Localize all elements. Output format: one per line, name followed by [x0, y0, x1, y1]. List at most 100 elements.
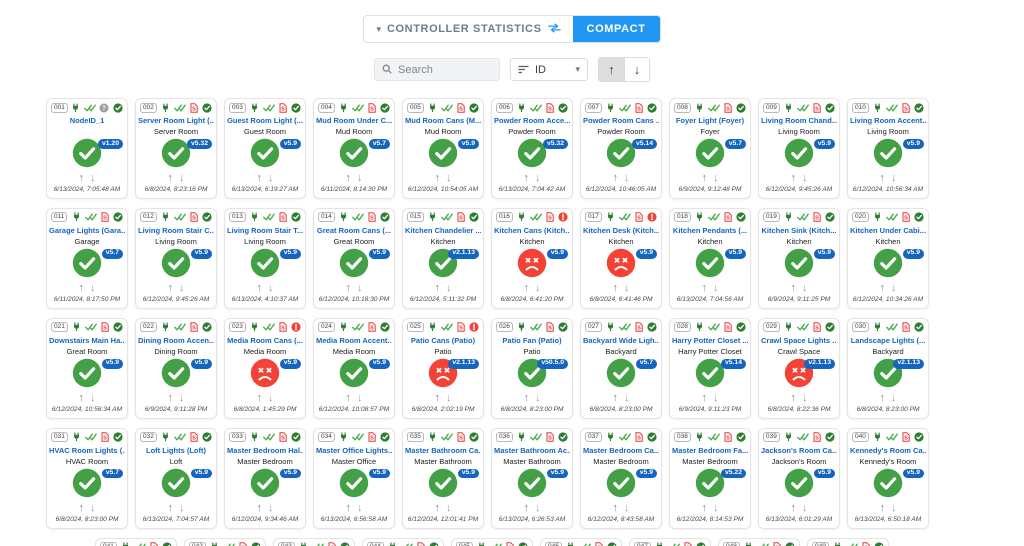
arrow-down-icon[interactable]: ↓	[710, 392, 722, 404]
device-name-link[interactable]: Media Room Accent...	[316, 336, 392, 345]
device-name-link[interactable]: Patio Fan (Patio)	[494, 336, 570, 345]
device-card[interactable]: 036 S Master Bathroom Ac... Master Bathr…	[491, 427, 573, 529]
device-name-link[interactable]: Kitchen Pendants (...	[672, 226, 748, 235]
device-card[interactable]: 029 S Crawl Space Lights ... Crawl Space…	[758, 317, 840, 419]
arrow-down-icon[interactable]: ↓	[443, 282, 455, 294]
arrow-up-icon[interactable]: ↑	[521, 282, 533, 294]
arrow-down-icon[interactable]: ↓	[888, 172, 900, 184]
device-name-link[interactable]: Kitchen Cans (Kitch...	[494, 226, 570, 235]
arrow-down-icon[interactable]: ↓	[710, 172, 722, 184]
arrow-down-icon[interactable]: ↓	[176, 392, 188, 404]
arrow-down-icon[interactable]: ↓	[354, 172, 366, 184]
arrow-down-icon[interactable]: ↓	[799, 282, 811, 294]
arrow-up-icon[interactable]: ↑	[432, 392, 444, 404]
device-card[interactable]: 012 S Living Room Stair C... Living Room…	[135, 207, 217, 309]
sort-ascending-button[interactable]: ↑	[599, 58, 624, 81]
arrow-up-icon[interactable]: ↑	[877, 282, 889, 294]
device-name-link[interactable]: Powder Room Acce...	[494, 116, 570, 125]
device-card[interactable]: 019 S Kitchen Sink (Kitch... Kitchen v5.…	[758, 207, 840, 309]
device-name-link[interactable]: Kitchen Desk (Kitch...	[583, 226, 659, 235]
device-name-link[interactable]: Mud Room Cans (M...	[405, 116, 481, 125]
arrow-down-icon[interactable]: ↓	[176, 282, 188, 294]
arrow-up-icon[interactable]: ↑	[165, 392, 177, 404]
device-name-link[interactable]: Living Room Stair C...	[138, 226, 214, 235]
arrow-up-icon[interactable]: ↑	[521, 392, 533, 404]
arrow-up-icon[interactable]: ↑	[165, 502, 177, 514]
arrow-up-icon[interactable]: ↑	[432, 282, 444, 294]
arrow-up-icon[interactable]: ↑	[610, 172, 622, 184]
arrow-up-icon[interactable]: ↑	[699, 392, 711, 404]
device-card[interactable]: 022 S Dining Room Accen... Dining Room v…	[135, 317, 217, 419]
arrow-up-icon[interactable]: ↑	[788, 172, 800, 184]
device-name-link[interactable]: Harry Potter Closet ...	[672, 336, 748, 345]
device-card[interactable]: 020 S Kitchen Under Cabi... Kitchen v5.9…	[847, 207, 929, 309]
arrow-up-icon[interactable]: ↑	[343, 282, 355, 294]
device-card[interactable]: 006 S Powder Room Acce... Powder Room v5…	[491, 98, 573, 199]
arrow-down-icon[interactable]: ↓	[888, 502, 900, 514]
device-name-link[interactable]: Foyer Light (Foyer)	[672, 116, 748, 125]
arrow-down-icon[interactable]: ↓	[354, 502, 366, 514]
device-card[interactable]: 005 S Mud Room Cans (M... Mud Room v5.9 …	[402, 98, 484, 199]
device-name-link[interactable]: Master Bedroom Hal...	[227, 446, 303, 455]
arrow-down-icon[interactable]: ↓	[265, 282, 277, 294]
arrow-up-icon[interactable]: ↑	[699, 502, 711, 514]
arrow-down-icon[interactable]: ↓	[888, 282, 900, 294]
device-card[interactable]: 048 S	[718, 537, 800, 546]
arrow-down-icon[interactable]: ↓	[443, 502, 455, 514]
device-name-link[interactable]: Living Room Chand...	[761, 116, 837, 125]
arrow-up-icon[interactable]: ↑	[699, 172, 711, 184]
arrow-up-icon[interactable]: ↑	[877, 172, 889, 184]
device-card[interactable]: 047 S	[629, 537, 711, 546]
device-card[interactable]: 017 S Kitchen Desk (Kitch... Kitchen v5.…	[580, 207, 662, 309]
device-card[interactable]: 003 S Guest Room Light (... Guest Room v…	[224, 98, 306, 199]
arrow-up-icon[interactable]: ↑	[76, 282, 88, 294]
device-card[interactable]: 035 S Master Bathroom Ca... Master Bathr…	[402, 427, 484, 529]
device-name-link[interactable]: Landscape Lights (...	[850, 336, 926, 345]
device-name-link[interactable]: Living Room Stair T...	[227, 226, 303, 235]
device-card[interactable]: 015 S Kitchen Chandelier ... Kitchen v2.…	[402, 207, 484, 309]
device-card[interactable]: 046 S	[540, 537, 622, 546]
device-name-link[interactable]: Master Bedroom Fa...	[672, 446, 748, 455]
device-name-link[interactable]: Backyard Wide Ligh...	[583, 336, 659, 345]
device-card[interactable]: 009 S Living Room Chand... Living Room v…	[758, 98, 840, 199]
device-card[interactable]: 016 S Kitchen Cans (Kitch... Kitchen v5.…	[491, 207, 573, 309]
arrow-up-icon[interactable]: ↑	[610, 392, 622, 404]
arrow-down-icon[interactable]: ↓	[265, 172, 277, 184]
sort-dropdown[interactable]: ID ▾	[510, 58, 588, 81]
device-card[interactable]: 043 S	[273, 537, 355, 546]
device-card[interactable]: 041 S	[95, 537, 177, 546]
arrow-up-icon[interactable]: ↑	[788, 502, 800, 514]
view-dropdown[interactable]: ▾ CONTROLLER STATISTICS	[364, 16, 572, 42]
arrow-up-icon[interactable]: ↑	[432, 172, 444, 184]
arrow-down-icon[interactable]: ↓	[443, 172, 455, 184]
arrow-up-icon[interactable]: ↑	[877, 392, 889, 404]
sort-descending-button[interactable]: ↓	[624, 58, 649, 81]
device-card[interactable]: 007 S Powder Room Cans ... Powder Room v…	[580, 98, 662, 199]
arrow-up-icon[interactable]: ↑	[254, 172, 266, 184]
device-card[interactable]: 039 S Jackson's Room Ca... Jackson's Roo…	[758, 427, 840, 529]
device-card[interactable]: 021 S Downstairs Main Ha... Great Room v…	[46, 317, 128, 419]
arrow-up-icon[interactable]: ↑	[610, 282, 622, 294]
arrow-down-icon[interactable]: ↓	[532, 502, 544, 514]
device-name-link[interactable]: HVAC Room Lights (...	[49, 446, 125, 455]
arrow-down-icon[interactable]: ↓	[799, 392, 811, 404]
device-name-link[interactable]: Kitchen Chandelier ...	[405, 226, 481, 235]
device-card[interactable]: 030 S Landscape Lights (... Backyard v2.…	[847, 317, 929, 419]
arrow-up-icon[interactable]: ↑	[76, 392, 88, 404]
arrow-down-icon[interactable]: ↓	[176, 502, 188, 514]
device-card[interactable]: 040 S Kennedy's Room Ca... Kennedy's Roo…	[847, 427, 929, 529]
device-name-link[interactable]: Media Room Cans (...	[227, 336, 303, 345]
compact-button[interactable]: COMPACT	[572, 16, 660, 42]
device-name-link[interactable]: Master Office Lights...	[316, 446, 392, 455]
arrow-up-icon[interactable]: ↑	[165, 282, 177, 294]
device-card[interactable]: 027 S Backyard Wide Ligh... Backyard v5.…	[580, 317, 662, 419]
arrow-up-icon[interactable]: ↑	[343, 392, 355, 404]
device-name-link[interactable]: Server Room Light (...	[138, 116, 214, 125]
arrow-up-icon[interactable]: ↑	[254, 392, 266, 404]
device-name-link[interactable]: Loft Lights (Loft)	[138, 446, 214, 455]
device-card[interactable]: 025 S Patio Cans (Patio) Patio v2.1.13 ↑…	[402, 317, 484, 419]
device-name-link[interactable]: Guest Room Light (...	[227, 116, 303, 125]
device-name-link[interactable]: Kitchen Sink (Kitch...	[761, 226, 837, 235]
search-box[interactable]	[374, 58, 500, 81]
device-card[interactable]: 008 S Foyer Light (Foyer) Foyer v5.7 ↑ ↓…	[669, 98, 751, 199]
